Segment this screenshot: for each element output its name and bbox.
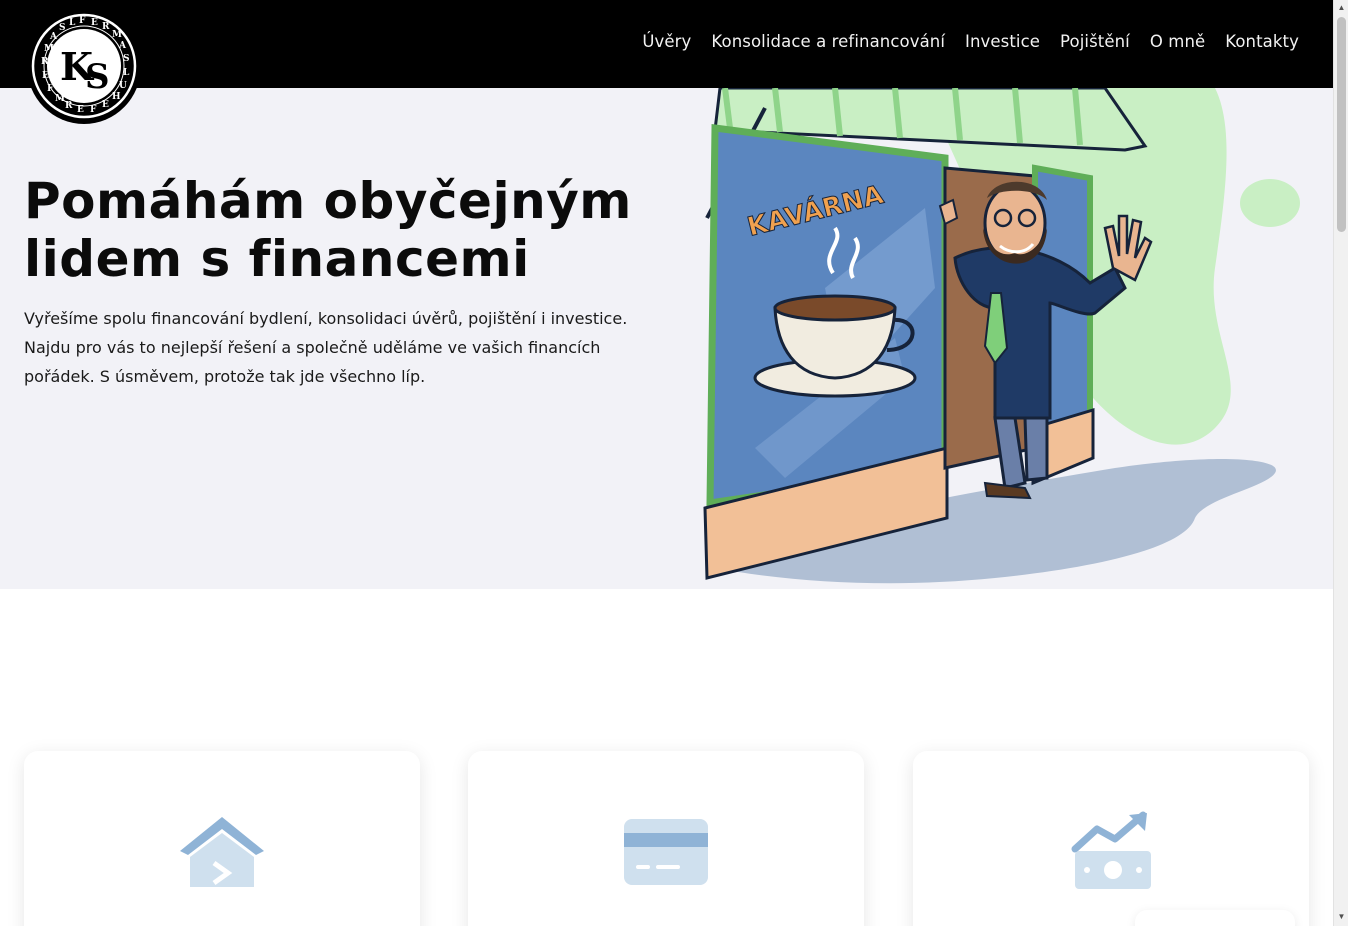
chat-widget[interactable] [1135,910,1295,926]
svg-text:F: F [79,16,86,26]
main-navigation: Úvěry Konsolidace a refinancování Invest… [642,32,1299,51]
hero-title: Pomáhám obyčejným lidem s financemi [24,172,632,288]
nav-link-pojisteni[interactable]: Pojištění [1060,32,1130,51]
page: Úvěry Konsolidace a refinancování Invest… [0,0,1333,926]
scroll-up-arrow-icon[interactable]: ▲ [1337,3,1346,12]
service-card-investments[interactable] [913,751,1309,926]
scroll-down-arrow-icon[interactable]: ▼ [1337,912,1346,921]
service-card-loans[interactable] [24,751,420,926]
svg-text:E: E [77,105,84,115]
nav-link-o-mne[interactable]: O mně [1150,32,1205,51]
house-icon [180,817,264,887]
svg-text:U: U [119,81,127,91]
svg-text:F: F [47,84,54,94]
scrollbar-thumb[interactable] [1337,17,1346,232]
svg-text:R: R [102,22,110,32]
svg-text:M: M [112,30,122,40]
svg-text:E: E [91,18,98,28]
cafe-illustration: KAVÁRNA [703,88,1300,584]
svg-text:M: M [44,44,54,54]
nav-link-kontakty[interactable]: Kontakty [1225,32,1299,51]
svg-text:H: H [112,92,121,102]
vertical-scrollbar[interactable]: ▲ ▼ [1333,0,1348,926]
svg-text:S: S [85,57,110,97]
svg-text:E: E [102,100,109,110]
top-navigation-bar: Úvěry Konsolidace a refinancování Invest… [0,0,1333,88]
svg-text:M: M [55,94,65,104]
svg-text:L: L [123,68,130,78]
svg-text:E: E [42,71,49,81]
svg-text:L: L [69,18,76,28]
nav-link-konsolidace[interactable]: Konsolidace a refinancování [711,32,945,51]
nav-link-investice[interactable]: Investice [965,32,1040,51]
svg-text:F: F [90,105,97,115]
svg-text:A: A [118,41,127,51]
svg-text:R: R [65,101,73,111]
hero-description: Vyřešíme spolu financování bydlení, kons… [24,309,628,386]
ks-logo-icon: FER MAS LUH EFE RMF ERM AS L K S [28,10,140,122]
service-card-consolidation[interactable] [468,751,864,926]
svg-text:A: A [49,32,58,42]
svg-text:S: S [59,23,66,33]
nav-link-uvery[interactable]: Úvěry [642,32,691,51]
svg-text:R: R [41,57,49,67]
site-logo[interactable]: FER MAS LUH EFE RMF ERM ASL K S [27,8,141,124]
credit-card-icon [624,819,708,885]
hero-section: Pomáhám obyčejným lidem s financemi Vyře… [0,88,1333,589]
svg-text:S: S [123,54,130,64]
money-growth-icon [1071,811,1151,889]
